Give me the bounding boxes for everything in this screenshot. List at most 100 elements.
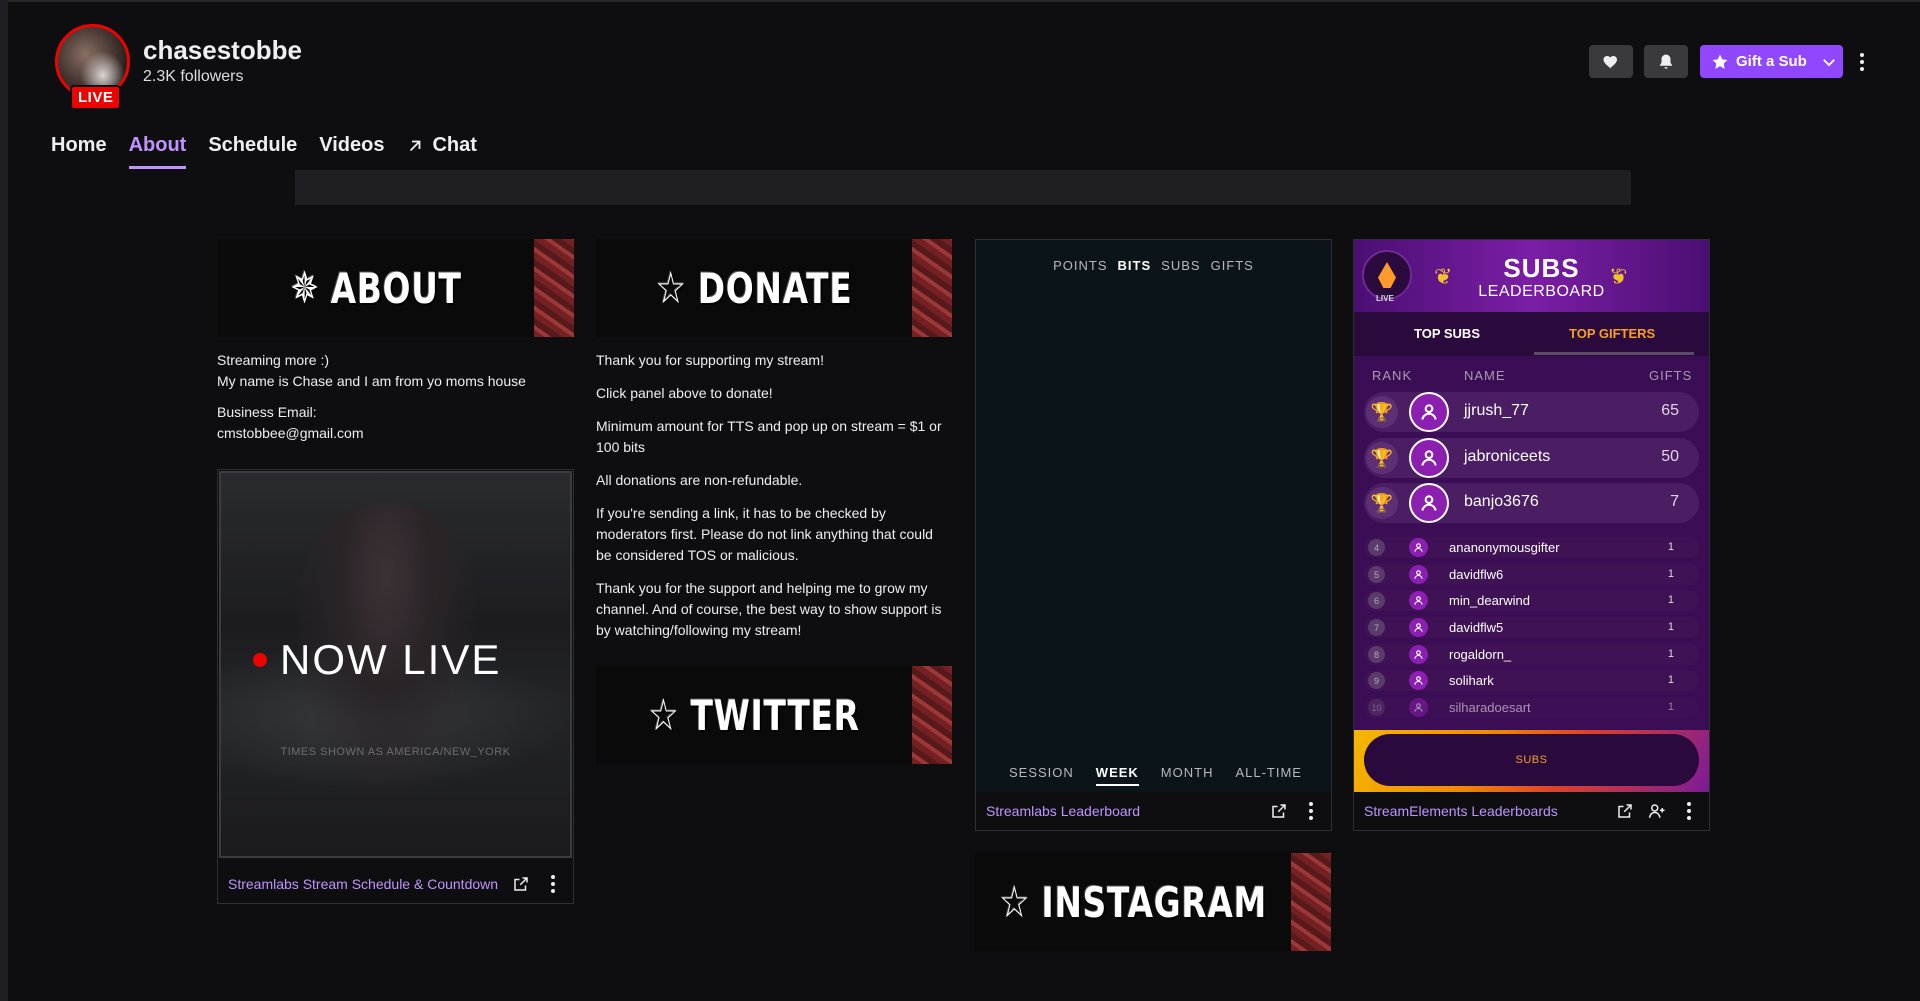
extension-menu-kebab-icon[interactable] bbox=[1679, 801, 1699, 821]
leaderboard-row: 🏆 jjrush_77 65 bbox=[1364, 392, 1699, 432]
tab-bits[interactable]: BITS bbox=[1118, 258, 1152, 273]
about-line-2: My name is Chase and I am from yo moms h… bbox=[217, 373, 526, 389]
subs-button[interactable]: SUBS bbox=[1364, 734, 1699, 786]
rank-number: 7 bbox=[1368, 619, 1385, 636]
leaderboard-row: 10 silharadoesart 1 bbox=[1364, 697, 1699, 718]
channel-avatar[interactable]: LIVE bbox=[55, 24, 130, 110]
banner-decoration bbox=[912, 666, 952, 764]
leaderboard-count: 7 bbox=[1670, 493, 1679, 510]
donate-banner-text: DONATE bbox=[697, 263, 853, 313]
tab-points[interactable]: POINTS bbox=[1053, 258, 1107, 273]
instagram-panel-banner[interactable]: ☆ INSTAGRAM bbox=[975, 853, 1331, 951]
tab-week[interactable]: WEEK bbox=[1095, 765, 1139, 786]
schedule-extension-title[interactable]: Streamlabs Stream Schedule & Countdown bbox=[228, 874, 499, 895]
live-dot-icon bbox=[253, 653, 267, 667]
tab-all-time[interactable]: ALL-TIME bbox=[1235, 765, 1302, 786]
star-icon bbox=[1712, 54, 1728, 69]
leaderboard-name: min_dearwind bbox=[1449, 593, 1530, 608]
gift-a-sub-label: Gift a Sub bbox=[1736, 53, 1807, 70]
streamelements-leaderboard-extension: LIVE ❦ ❦ SUBS LEADERBOARD TOP SUBS TOP G… bbox=[1353, 239, 1710, 831]
popout-icon[interactable] bbox=[511, 874, 531, 894]
column-rank: RANK bbox=[1372, 368, 1413, 383]
schedule-countdown-view[interactable]: NOW LIVE TIMES SHOWN AS AMERICA/NEW_YORK bbox=[219, 471, 572, 858]
gift-a-sub-button[interactable]: Gift a Sub bbox=[1700, 45, 1843, 78]
leaderboard-count: 1 bbox=[1667, 701, 1674, 713]
arrow-up-right-icon bbox=[410, 140, 421, 151]
channel-name[interactable]: chasestobbe bbox=[143, 35, 302, 66]
about-banner-text: ABOUT bbox=[330, 263, 462, 313]
rank-number: 5 bbox=[1368, 566, 1385, 583]
donate-panel-text: Thank you for supporting my stream! Clic… bbox=[596, 350, 951, 653]
leaderboard-count: 1 bbox=[1667, 674, 1674, 686]
extension-menu-kebab-icon[interactable] bbox=[543, 874, 563, 894]
user-avatar-icon bbox=[1409, 538, 1428, 557]
twitter-panel-banner[interactable]: ☆ TWITTER bbox=[596, 666, 952, 764]
star-icon: ☆ bbox=[655, 262, 687, 314]
channel-nav: Home About Schedule Videos Chat bbox=[51, 134, 477, 169]
streamelements-extension-title[interactable]: StreamElements Leaderboards bbox=[1364, 801, 1603, 822]
window-left-border bbox=[0, 0, 8, 1001]
instagram-banner-text: INSTAGRAM bbox=[1041, 877, 1267, 927]
leaderboard-row: 7 davidflw5 1 bbox=[1364, 617, 1699, 638]
business-email-label: Business Email: bbox=[217, 404, 317, 420]
timezone-note: TIMES SHOWN AS AMERICA/NEW_YORK bbox=[280, 746, 511, 758]
star-burst-icon: ✵ bbox=[290, 262, 320, 314]
leaderboard-row: 6 min_dearwind 1 bbox=[1364, 590, 1699, 611]
leaderboard-count: 1 bbox=[1667, 568, 1674, 580]
popout-icon[interactable] bbox=[1269, 801, 1289, 821]
donate-paragraph: If you're sending a link, it has to be c… bbox=[596, 505, 933, 563]
channel-banner-strip bbox=[295, 170, 1631, 205]
notifications-button[interactable] bbox=[1644, 45, 1688, 78]
tab-top-gifters[interactable]: TOP GIFTERS bbox=[1569, 326, 1655, 341]
donate-paragraph: Thank you for the support and helping me… bbox=[596, 580, 942, 638]
tab-videos[interactable]: Videos bbox=[319, 134, 384, 169]
tab-subs[interactable]: SUBS bbox=[1161, 258, 1200, 273]
user-add-icon[interactable] bbox=[1647, 801, 1667, 821]
popout-icon[interactable] bbox=[1615, 801, 1635, 821]
extension-menu-kebab-icon[interactable] bbox=[1301, 801, 1321, 821]
leaderboard-name: rogaldorn_ bbox=[1449, 647, 1512, 662]
follower-count: 2.3K followers bbox=[143, 68, 244, 85]
streamlabs-extension-title[interactable]: Streamlabs Leaderboard bbox=[986, 801, 1257, 822]
column-gifts: GIFTS bbox=[1649, 368, 1693, 383]
leaderboard-count: 1 bbox=[1667, 621, 1674, 633]
heart-icon bbox=[1603, 55, 1617, 69]
follow-button[interactable] bbox=[1589, 45, 1633, 78]
leaderboard-tab-bar: TOP SUBS TOP GIFTERS bbox=[1354, 312, 1709, 356]
tab-schedule[interactable]: Schedule bbox=[208, 134, 297, 169]
user-avatar-icon bbox=[1409, 438, 1449, 478]
donate-panel-banner[interactable]: ☆ DONATE bbox=[596, 239, 952, 337]
tab-gifts[interactable]: GIFTS bbox=[1211, 258, 1254, 273]
tab-about[interactable]: About bbox=[128, 134, 186, 169]
tab-month[interactable]: MONTH bbox=[1161, 765, 1214, 786]
tab-chat[interactable]: Chat bbox=[406, 134, 477, 169]
donate-paragraph: Minimum amount for TTS and pop up on str… bbox=[596, 418, 942, 455]
about-panel-banner[interactable]: ✵ ABOUT bbox=[218, 239, 574, 337]
tab-top-subs[interactable]: TOP SUBS bbox=[1414, 326, 1480, 341]
leaderboard-count: 65 bbox=[1661, 402, 1679, 419]
leaderboard-name: silharadoesart bbox=[1449, 700, 1531, 715]
leaderboard-title: SUBS bbox=[1503, 253, 1580, 283]
user-avatar-icon bbox=[1409, 591, 1428, 610]
donate-paragraph: Click panel above to donate! bbox=[596, 385, 773, 401]
user-avatar-icon bbox=[1409, 483, 1449, 523]
leaderboard-row: 8 rogaldorn_ 1 bbox=[1364, 644, 1699, 665]
rank-number: 9 bbox=[1368, 672, 1385, 689]
kebab-icon bbox=[1860, 53, 1864, 57]
leaderboard-name: banjo3676 bbox=[1464, 493, 1539, 510]
banner-decoration bbox=[912, 239, 952, 337]
tab-session[interactable]: SESSION bbox=[1009, 765, 1074, 786]
leaderboard-row: 4 ananonymousgifter 1 bbox=[1364, 537, 1699, 558]
twitter-banner-text: TWITTER bbox=[690, 690, 860, 740]
tab-home[interactable]: Home bbox=[51, 134, 107, 169]
user-avatar-icon bbox=[1409, 392, 1449, 432]
more-options-button[interactable] bbox=[1852, 50, 1872, 74]
streamlabs-leaderboard-extension: POINTS BITS SUBS GIFTS SESSION WEEK MONT… bbox=[975, 239, 1332, 831]
rank-number: 6 bbox=[1368, 592, 1385, 609]
banner-decoration bbox=[1291, 853, 1331, 951]
business-email[interactable]: cmstobbee@gmail.com bbox=[217, 425, 364, 441]
leaderboard-name: davidflw5 bbox=[1449, 620, 1504, 635]
leaderboard-header: LIVE ❦ ❦ SUBS LEADERBOARD bbox=[1354, 240, 1709, 312]
leaderboard-name: davidflw6 bbox=[1449, 567, 1504, 582]
gold-trophy-icon: 🏆 bbox=[1366, 396, 1398, 428]
